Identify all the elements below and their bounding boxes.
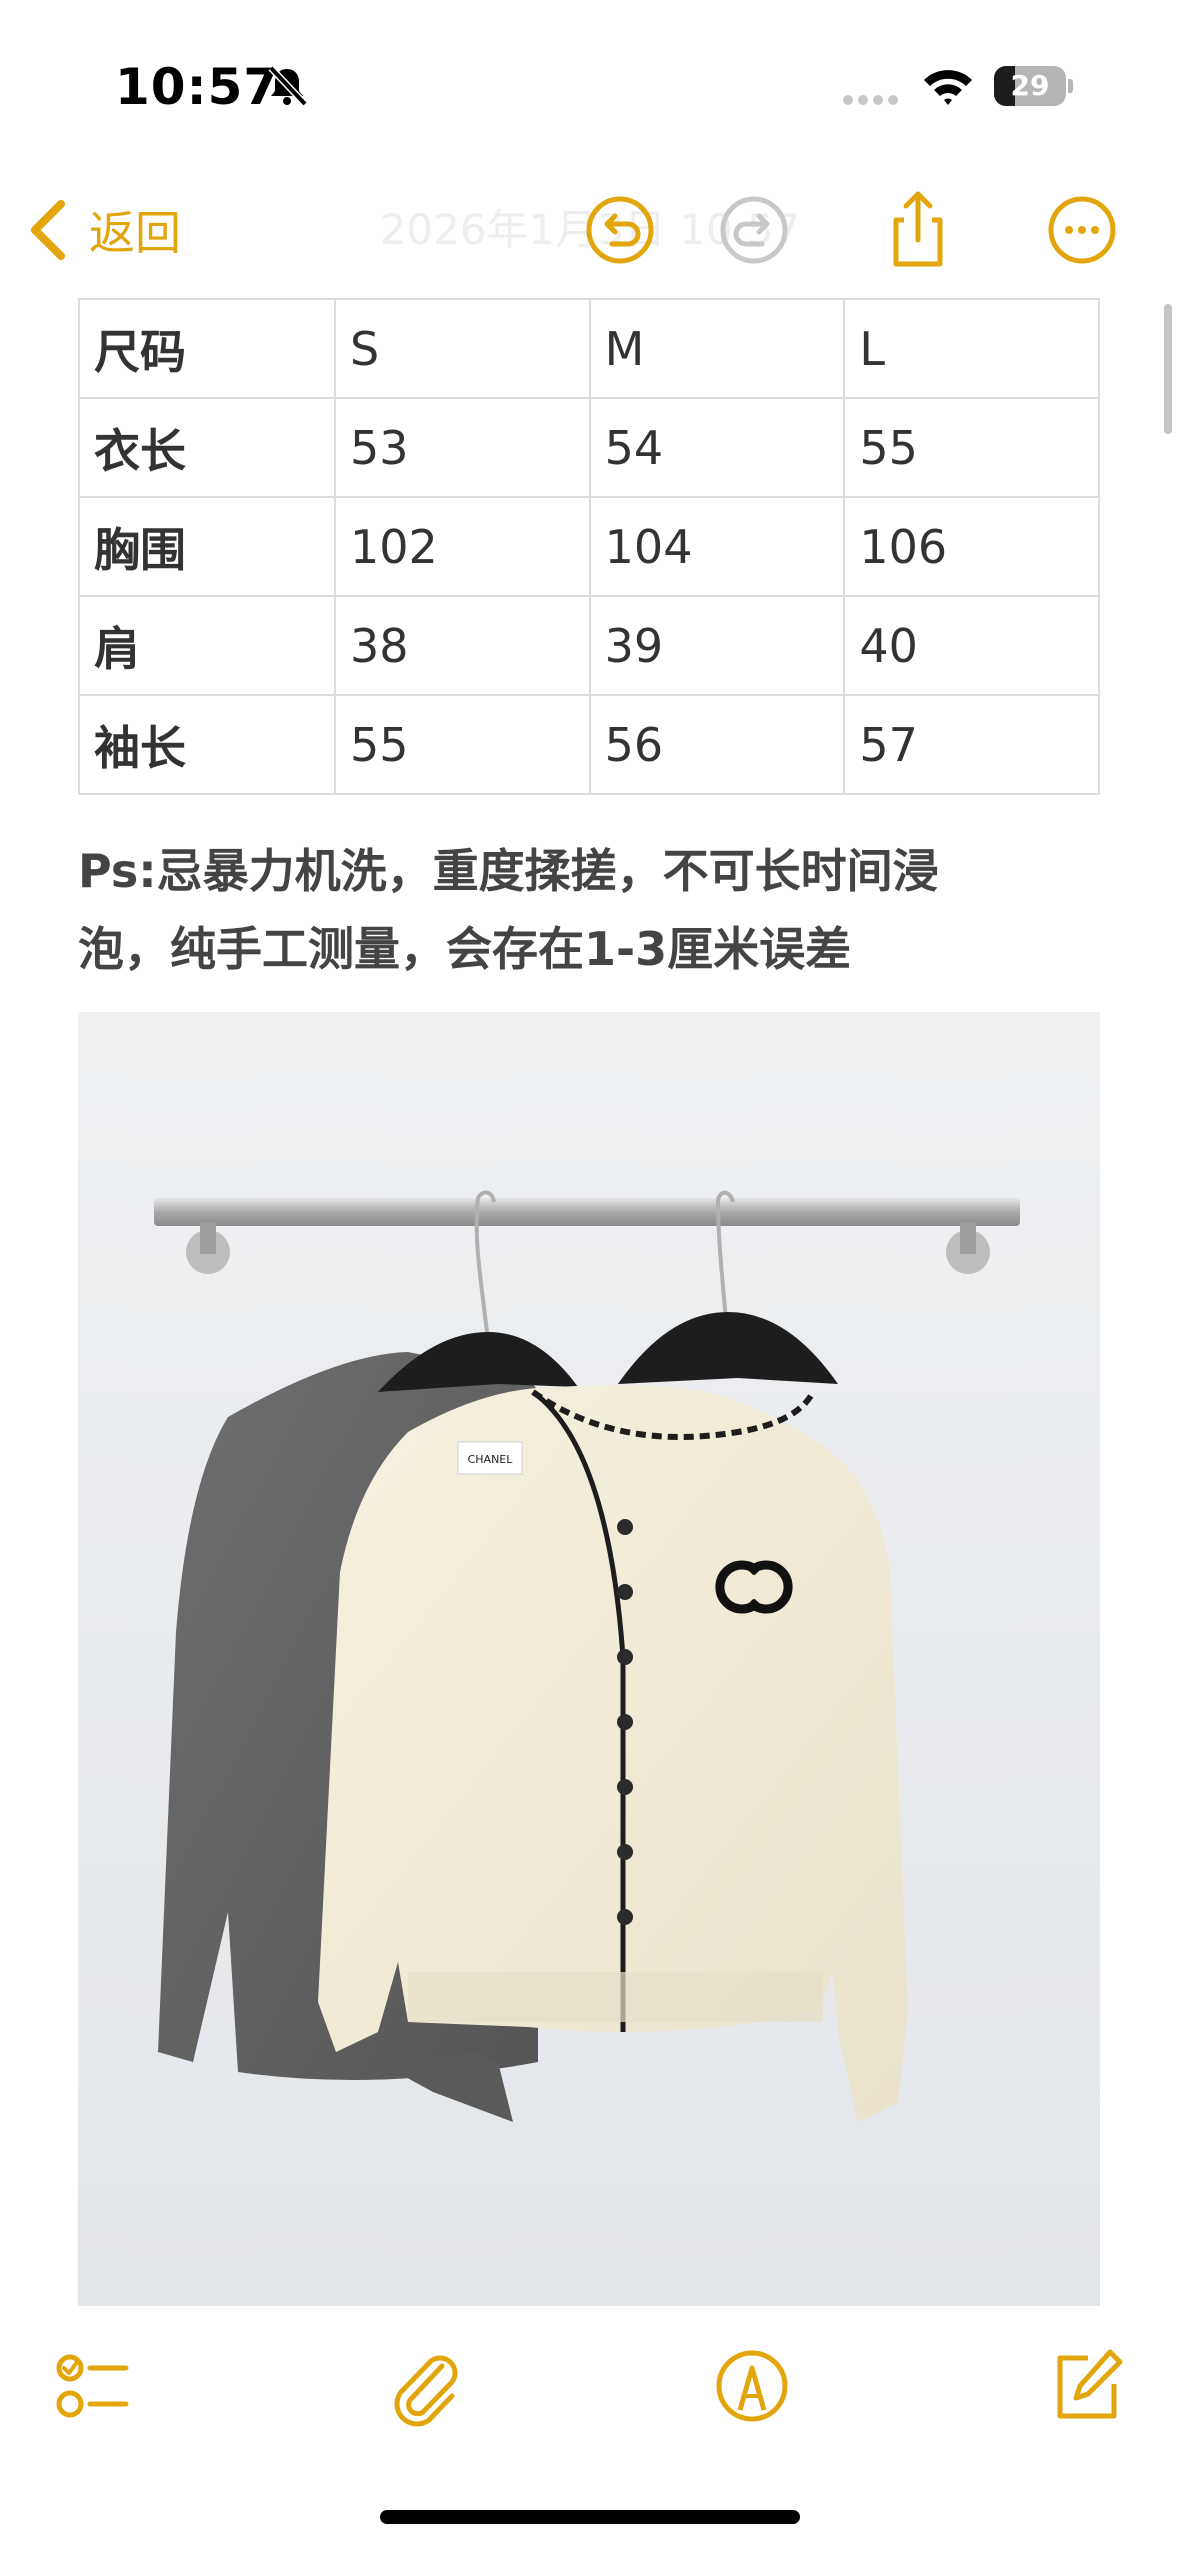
note-body-text[interactable]: Ps:忌暴力机洗，重度揉搓，不可长时间浸 泡，纯手工测量，会存在1-3厘米误差 <box>78 832 1108 988</box>
table-cell[interactable]: 102 <box>334 496 591 597</box>
table-cell[interactable]: 40 <box>843 595 1100 696</box>
undo-icon[interactable] <box>578 188 662 272</box>
paperclip-icon[interactable] <box>382 2344 466 2428</box>
back-button[interactable]: 返回 <box>25 192 181 268</box>
back-label: 返回 <box>89 206 181 260</box>
chevron-left-icon <box>31 200 65 260</box>
note-line: 泡，纯手工测量，会存在1-3厘米误差 <box>78 922 852 976</box>
table-cell[interactable]: 106 <box>843 496 1100 597</box>
table-cell[interactable]: 104 <box>588 496 846 597</box>
checklist-icon[interactable] <box>50 2344 134 2428</box>
table-cell[interactable]: 56 <box>588 694 846 795</box>
table-cell[interactable]: 55 <box>334 694 591 795</box>
table-cell[interactable]: 衣长 <box>78 397 336 498</box>
cellular-signal-icon <box>843 95 898 105</box>
home-indicator[interactable] <box>380 2510 800 2524</box>
size-chart-table: 尺码 S M L 衣长 53 54 55 胸围 102 104 106 肩 38… <box>78 298 1100 795</box>
table-cell[interactable]: 39 <box>588 595 846 696</box>
wifi-icon <box>924 70 972 105</box>
compose-icon[interactable] <box>1044 2344 1128 2428</box>
table-cell[interactable]: 57 <box>843 694 1100 795</box>
table-cell[interactable]: 肩 <box>78 595 336 696</box>
markup-pen-icon[interactable] <box>710 2344 794 2428</box>
table-cell[interactable]: 54 <box>588 397 846 498</box>
table-cell[interactable]: S <box>334 298 591 399</box>
share-icon[interactable] <box>876 188 960 272</box>
table-cell[interactable]: 胸围 <box>78 496 336 597</box>
table-cell[interactable]: M <box>588 298 846 399</box>
redo-icon[interactable] <box>712 188 796 272</box>
table-row: 尺码 S M L <box>78 298 1100 399</box>
battery-icon: 29 <box>994 66 1074 106</box>
status-time: 10:57 <box>115 58 280 116</box>
table-row: 胸围 102 104 106 <box>78 496 1100 597</box>
table-cell[interactable]: 38 <box>334 595 591 696</box>
navigation-bar: 返回 2026年1月3日 10:57 <box>0 170 1179 290</box>
table-cell[interactable]: 55 <box>843 397 1100 498</box>
scroll-indicator[interactable] <box>1164 304 1172 434</box>
note-line: Ps:忌暴力机洗，重度揉搓，不可长时间浸 <box>78 844 939 898</box>
table-row: 袖长 55 56 57 <box>78 694 1100 795</box>
more-icon[interactable] <box>1040 188 1124 272</box>
table-cell[interactable]: L <box>843 298 1100 399</box>
table-row: 衣长 53 54 55 <box>78 397 1100 498</box>
battery-percent: 29 <box>1010 69 1050 102</box>
table-cell[interactable]: 53 <box>334 397 591 498</box>
brand-label: CHANEL <box>468 1453 514 1466</box>
status-bar: 10:57 29 <box>0 0 1179 160</box>
table-cell[interactable]: 袖长 <box>78 694 336 795</box>
product-photo[interactable]: CHANEL <box>78 1012 1100 2306</box>
table-cell[interactable]: 尺码 <box>78 298 336 399</box>
bell-slash-icon <box>268 65 308 107</box>
table-row: 肩 38 39 40 <box>78 595 1100 696</box>
